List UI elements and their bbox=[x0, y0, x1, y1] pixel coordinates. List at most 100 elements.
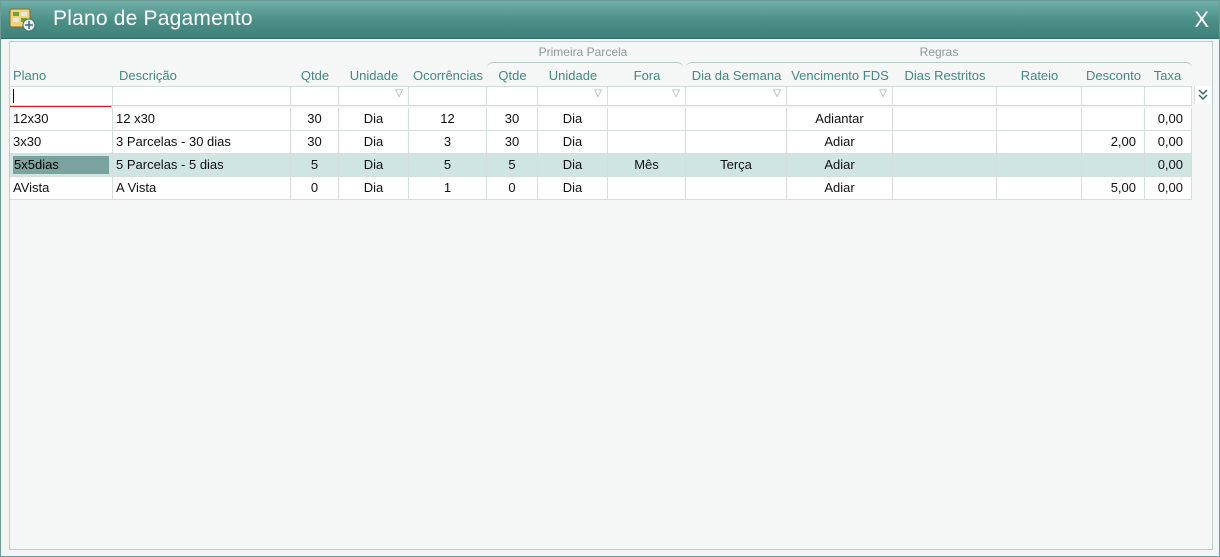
col-header-dias-restritos[interactable]: Dias Restritos bbox=[893, 67, 997, 85]
cell-dias-restritos[interactable] bbox=[893, 154, 997, 176]
cell-plano[interactable]: 5x5dias bbox=[10, 154, 113, 176]
cell-dias-restritos[interactable] bbox=[893, 108, 997, 130]
filter-input-ocorrencias[interactable] bbox=[409, 87, 487, 105]
filter-input-descricao[interactable] bbox=[113, 87, 291, 105]
cell-dia-semana[interactable] bbox=[686, 108, 787, 130]
filter-input-desconto[interactable] bbox=[1082, 87, 1145, 105]
col-header-taxa[interactable]: Taxa bbox=[1145, 67, 1190, 85]
cell-descricao[interactable]: 12 x30 bbox=[113, 108, 291, 130]
filter-triangle-icon[interactable]: ▽ bbox=[672, 88, 680, 99]
col-header-fora[interactable]: Fora bbox=[608, 67, 686, 85]
col-header-dia-semana[interactable]: Dia da Semana bbox=[686, 67, 787, 85]
cell-dias-restritos[interactable] bbox=[893, 131, 997, 153]
cell-pp-unidade[interactable]: Dia bbox=[538, 131, 608, 153]
filter-input-rateio[interactable] bbox=[997, 87, 1082, 105]
filter-triangle-icon[interactable]: ▽ bbox=[879, 88, 887, 99]
cell-unidade[interactable]: Dia bbox=[339, 154, 409, 176]
cell-fora[interactable] bbox=[608, 131, 686, 153]
cell-rateio[interactable] bbox=[997, 154, 1082, 176]
focus-underline bbox=[10, 106, 111, 107]
text-caret bbox=[13, 89, 14, 103]
cell-taxa[interactable]: 0,00 bbox=[1145, 154, 1192, 176]
table-row[interactable]: 12x30 12 x30 30 Dia 12 30 Dia Adiantar 0… bbox=[10, 108, 1192, 131]
filter-input-plano[interactable] bbox=[10, 87, 113, 107]
table-row[interactable]: AVista A Vista 0 Dia 1 0 Dia Adiar 5,00 … bbox=[10, 177, 1192, 200]
cell-plano[interactable]: AVista bbox=[10, 177, 113, 199]
cell-unidade[interactable]: Dia bbox=[339, 131, 409, 153]
cell-desconto[interactable] bbox=[1082, 154, 1145, 176]
filter-dropdown-vencimento-fds[interactable]: ▽ bbox=[787, 87, 893, 105]
col-header-pp-unidade[interactable]: Unidade bbox=[538, 67, 608, 85]
double-chevron-down-icon[interactable] bbox=[1194, 86, 1211, 104]
filter-input-qtde[interactable] bbox=[291, 87, 339, 105]
filter-dropdown-fora[interactable]: ▽ bbox=[608, 87, 686, 105]
cell-qtde[interactable]: 30 bbox=[291, 131, 339, 153]
cell-vencimento-fds[interactable]: Adiar bbox=[787, 154, 893, 176]
filter-dropdown-pp-unidade[interactable]: ▽ bbox=[538, 87, 608, 105]
cell-unidade[interactable]: Dia bbox=[339, 177, 409, 199]
cell-vencimento-fds[interactable]: Adiar bbox=[787, 131, 893, 153]
cell-vencimento-fds[interactable]: Adiantar bbox=[787, 108, 893, 130]
filter-dropdown-dia-semana[interactable]: ▽ bbox=[686, 87, 787, 105]
cell-qtde[interactable]: 30 bbox=[291, 108, 339, 130]
cell-dia-semana[interactable] bbox=[686, 131, 787, 153]
col-header-rateio[interactable]: Rateio bbox=[997, 67, 1082, 85]
title-bar[interactable]: Plano de Pagamento X bbox=[1, 1, 1219, 39]
cell-fora[interactable] bbox=[608, 177, 686, 199]
col-header-plano[interactable]: Plano bbox=[10, 67, 113, 85]
cell-pp-unidade[interactable]: Dia bbox=[538, 154, 608, 176]
filter-triangle-icon[interactable]: ▽ bbox=[594, 88, 602, 99]
cell-fora[interactable] bbox=[608, 108, 686, 130]
cell-taxa[interactable]: 0,00 bbox=[1145, 108, 1192, 130]
table-row[interactable]: 3x30 3 Parcelas - 30 dias 30 Dia 3 30 Di… bbox=[10, 131, 1192, 154]
col-header-ocorrencias[interactable]: Ocorrências bbox=[409, 67, 487, 85]
filter-input-taxa[interactable] bbox=[1145, 87, 1192, 105]
cell-vencimento-fds[interactable]: Adiar bbox=[787, 177, 893, 199]
col-header-descricao[interactable]: Descrição bbox=[116, 67, 292, 85]
cell-desconto[interactable]: 2,00 bbox=[1082, 131, 1145, 153]
cell-descricao[interactable]: 5 Parcelas - 5 dias bbox=[113, 154, 291, 176]
col-header-desconto[interactable]: Desconto bbox=[1082, 67, 1145, 85]
cell-qtde[interactable]: 0 bbox=[291, 177, 339, 199]
cell-pp-qtde[interactable]: 30 bbox=[487, 131, 538, 153]
cell-taxa[interactable]: 0,00 bbox=[1145, 177, 1192, 199]
cell-rateio[interactable] bbox=[997, 108, 1082, 130]
cell-descricao[interactable]: A Vista bbox=[113, 177, 291, 199]
selected-cell-text[interactable]: 5x5dias bbox=[13, 156, 109, 174]
cell-qtde[interactable]: 5 bbox=[291, 154, 339, 176]
close-button[interactable]: X bbox=[1194, 7, 1209, 33]
cell-pp-qtde[interactable]: 30 bbox=[487, 108, 538, 130]
cell-plano[interactable]: 3x30 bbox=[10, 131, 113, 153]
filter-row: ▽ ▽ ▽ ▽ ▽ bbox=[10, 86, 1192, 107]
cell-pp-qtde[interactable]: 0 bbox=[487, 177, 538, 199]
col-header-vencimento-fds[interactable]: Vencimento FDS bbox=[787, 67, 893, 85]
cell-pp-unidade[interactable]: Dia bbox=[538, 108, 608, 130]
col-header-pp-qtde[interactable]: Qtde bbox=[487, 67, 538, 85]
cell-ocorrencias[interactable]: 1 bbox=[409, 177, 487, 199]
cell-taxa[interactable]: 0,00 bbox=[1145, 131, 1192, 153]
cell-ocorrencias[interactable]: 12 bbox=[409, 108, 487, 130]
cell-pp-unidade[interactable]: Dia bbox=[538, 177, 608, 199]
cell-rateio[interactable] bbox=[997, 131, 1082, 153]
cell-dias-restritos[interactable] bbox=[893, 177, 997, 199]
cell-unidade[interactable]: Dia bbox=[339, 108, 409, 130]
col-header-qtde[interactable]: Qtde bbox=[291, 67, 339, 85]
col-header-unidade[interactable]: Unidade bbox=[339, 67, 409, 85]
filter-triangle-icon[interactable]: ▽ bbox=[395, 88, 403, 99]
filter-dropdown-unidade[interactable]: ▽ bbox=[339, 87, 409, 105]
cell-plano[interactable]: 12x30 bbox=[10, 108, 113, 130]
cell-pp-qtde[interactable]: 5 bbox=[487, 154, 538, 176]
cell-desconto[interactable]: 5,00 bbox=[1082, 177, 1145, 199]
table-row-selected[interactable]: 5x5dias 5 Parcelas - 5 dias 5 Dia 5 5 Di… bbox=[10, 154, 1192, 177]
cell-dia-semana[interactable]: Terça bbox=[686, 154, 787, 176]
cell-descricao[interactable]: 3 Parcelas - 30 dias bbox=[113, 131, 291, 153]
cell-ocorrencias[interactable]: 3 bbox=[409, 131, 487, 153]
cell-ocorrencias[interactable]: 5 bbox=[409, 154, 487, 176]
cell-fora[interactable]: Mês bbox=[608, 154, 686, 176]
filter-input-pp-qtde[interactable] bbox=[487, 87, 538, 105]
cell-rateio[interactable] bbox=[997, 177, 1082, 199]
cell-dia-semana[interactable] bbox=[686, 177, 787, 199]
filter-input-dias-restritos[interactable] bbox=[893, 87, 997, 105]
cell-desconto[interactable] bbox=[1082, 108, 1145, 130]
filter-triangle-icon[interactable]: ▽ bbox=[773, 88, 781, 99]
